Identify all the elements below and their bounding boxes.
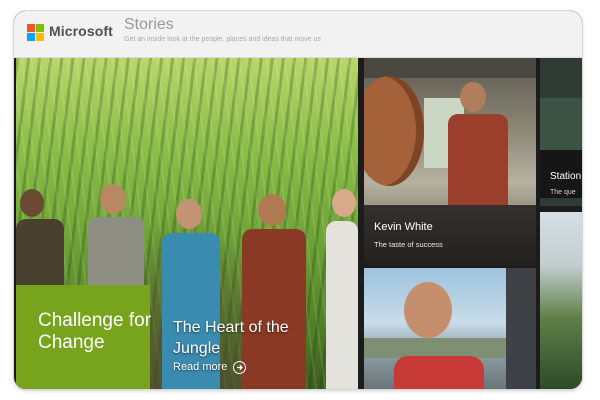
tile-caption-panel [364,205,536,265]
portrait-photo [364,268,536,389]
read-more-link[interactable]: Read more [173,361,227,373]
microsoft-logo-icon[interactable] [27,24,44,41]
tile-subtitle: The taste of success [374,240,443,249]
browser-frame: Microsoft Stories Get an inside look at … [14,11,582,389]
category-label[interactable]: Challenge for Change [38,310,153,354]
tile-title[interactable]: Kevin White [374,221,433,233]
chalkboard-photo [540,98,582,150]
arrow-right-circle-icon[interactable] [233,361,246,374]
hero-story-tile[interactable]: Challenge for Change The Heart of the Ju… [16,58,358,389]
tile-title[interactable]: Station [550,171,581,182]
story-tile-outdoor[interactable] [540,212,582,389]
story-tile-portrait[interactable] [364,268,536,389]
site-header: Microsoft Stories Get an inside look at … [14,11,582,58]
page-title[interactable]: Stories [124,16,174,34]
tile-subtitle: The que [550,189,576,196]
page-tagline: Get an inside look at the people, places… [124,36,321,43]
story-tile-station[interactable] [540,58,582,206]
story-tile-kevin-white[interactable]: Kevin White The taste of success [364,58,536,265]
hero-story-title[interactable]: The Heart of the Jungle [173,317,313,359]
winery-photo [364,58,536,205]
brand-name[interactable]: Microsoft [49,23,113,39]
